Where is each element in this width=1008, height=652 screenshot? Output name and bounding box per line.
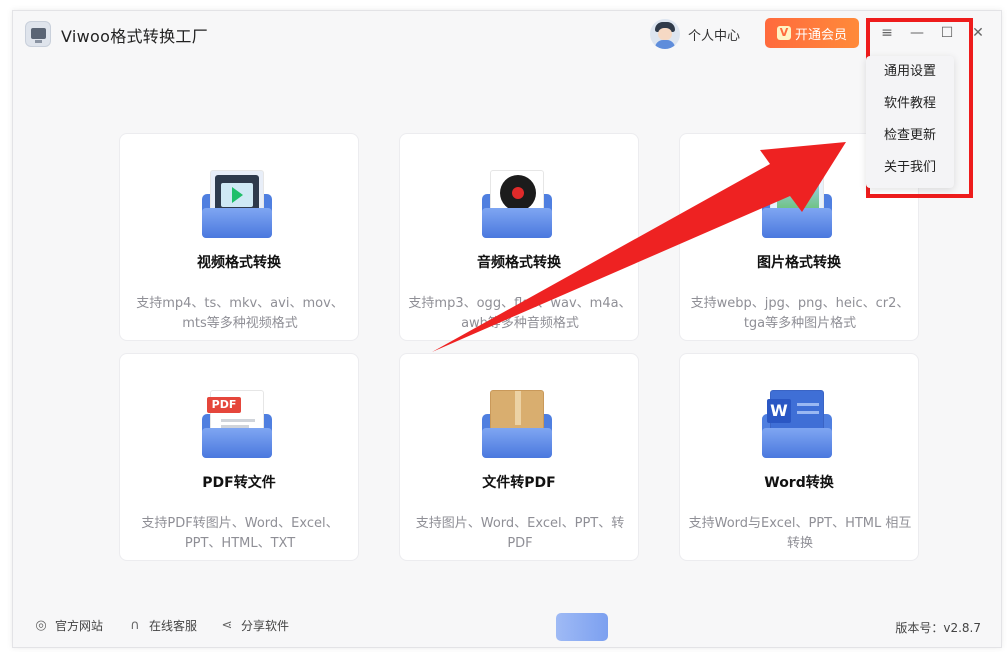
card-desc: 支持PDF转图片、Word、Excel、PPT、HTML、TXT <box>141 516 339 551</box>
card-title: Word转换 <box>764 475 834 491</box>
footer-link-label: 官方网站 <box>55 619 104 633</box>
image-file-icon <box>762 168 832 240</box>
share-software-link[interactable]: ⋖ 分享软件 <box>219 617 289 634</box>
menu-item-general-settings[interactable]: 通用设置 <box>866 56 954 88</box>
card-desc: 支持图片、Word、Excel、PPT、转PDF <box>415 516 625 551</box>
card-pdf-to-file[interactable]: PDF PDF转文件 支持PDF转图片、Word、Excel、PPT、HTML、… <box>119 353 359 561</box>
share-icon: ⋖ <box>221 617 233 633</box>
open-vip-button[interactable]: V 开通会员 <box>765 18 859 48</box>
pdf-file-icon: PDF <box>202 388 272 460</box>
pdf-badge: PDF <box>207 397 241 413</box>
card-title: 图片格式转换 <box>757 255 841 271</box>
card-word-convert[interactable]: W Word转换 支持Word与Excel、PPT、HTML 相互转换 <box>679 353 919 561</box>
vip-icon: V <box>776 26 791 40</box>
online-service-link[interactable]: ∩ 在线客服 <box>127 617 197 634</box>
footer-link-label: 分享软件 <box>241 619 290 633</box>
vip-label: 开通会员 <box>794 27 847 43</box>
headset-icon: ∩ <box>130 617 140 633</box>
official-site-link[interactable]: ◎ 官方网站 <box>33 617 103 634</box>
card-desc: 支持mp3、ogg、flac、wav、m4a、awb等多种音频格式 <box>408 296 632 331</box>
card-title: 音频格式转换 <box>477 255 561 271</box>
word-file-icon: W <box>762 388 832 460</box>
settings-dropdown-menu: 通用设置 软件教程 检查更新 关于我们 <box>866 56 954 188</box>
card-title: PDF转文件 <box>202 475 276 491</box>
app-window: Viwoo格式转换工厂 个人中心 V 开通会员 ≡ — ☐ ✕ 视频格式转换 支… <box>12 10 1002 648</box>
footer-toggle-button[interactable] <box>556 613 608 641</box>
avatar <box>650 19 680 49</box>
word-badge: W <box>767 399 791 423</box>
card-audio-convert[interactable]: 音频格式转换 支持mp3、ogg、flac、wav、m4a、awb等多种音频格式 <box>399 133 639 341</box>
menu-item-check-update[interactable]: 检查更新 <box>866 120 954 152</box>
app-logo-icon <box>25 21 51 47</box>
card-desc: 支持webp、jpg、png、heic、cr2、tga等多种图片格式 <box>690 296 910 331</box>
video-file-icon <box>202 168 272 240</box>
app-title: Viwoo格式转换工厂 <box>61 27 209 46</box>
menu-item-tutorial[interactable]: 软件教程 <box>866 88 954 120</box>
version-label: 版本号：v2.8.7 <box>895 621 981 635</box>
title-bar: Viwoo格式转换工厂 个人中心 V 开通会员 ≡ — ☐ ✕ <box>13 11 1001 57</box>
card-file-to-pdf[interactable]: 文件转PDF 支持图片、Word、Excel、PPT、转PDF <box>399 353 639 561</box>
footer: ◎ 官方网站 ∩ 在线客服 ⋖ 分享软件 版本号：v2.8.7 <box>13 611 1001 641</box>
card-desc: 支持mp4、ts、mkv、avi、mov、mts等多种视频格式 <box>136 296 344 331</box>
menu-item-about-us[interactable]: 关于我们 <box>866 152 954 184</box>
user-center-button[interactable]: 个人中心 <box>650 19 740 49</box>
card-title: 视频格式转换 <box>197 255 281 271</box>
card-title: 文件转PDF <box>482 475 556 491</box>
audio-file-icon <box>482 168 552 240</box>
archive-file-icon <box>482 388 552 460</box>
user-center-label: 个人中心 <box>688 28 741 44</box>
globe-icon: ◎ <box>35 617 47 633</box>
card-video-convert[interactable]: 视频格式转换 支持mp4、ts、mkv、avi、mov、mts等多种视频格式 <box>119 133 359 341</box>
card-desc: 支持Word与Excel、PPT、HTML 相互转换 <box>688 516 912 551</box>
footer-link-label: 在线客服 <box>149 619 198 633</box>
